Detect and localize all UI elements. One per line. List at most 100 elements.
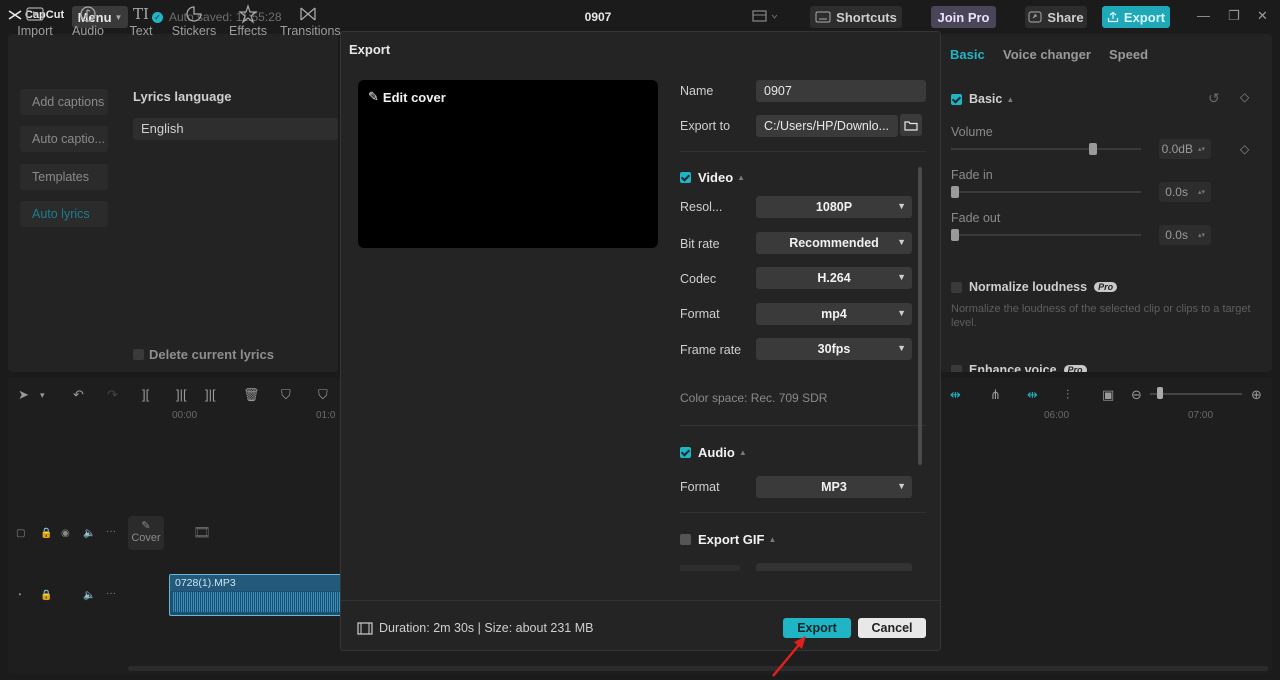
keyframe-diamond-icon[interactable]: ◇ xyxy=(1240,142,1249,156)
tab-speed[interactable]: Speed xyxy=(1109,47,1148,62)
bitrate-select[interactable]: Recommended ▼ xyxy=(756,232,912,254)
framerate-select[interactable]: 30fps ▼ xyxy=(756,338,912,360)
eye-icon[interactable]: ◉ xyxy=(61,528,70,539)
lock-icon[interactable]: 🔒 xyxy=(40,528,52,539)
join-pro-button[interactable]: Join Pro xyxy=(931,6,996,28)
snap-icon[interactable]: ⇹ xyxy=(1027,387,1038,403)
audio-clip[interactable]: 0728(1).MP3 xyxy=(169,574,344,616)
color-space-text: Color space: Rec. 709 SDR xyxy=(680,391,828,405)
stepper-icon: ▴▾ xyxy=(1197,189,1205,196)
checkbox-checked-icon xyxy=(680,447,691,458)
cover-button[interactable]: ✎ Cover xyxy=(128,516,164,550)
select-cursor-icon[interactable]: ➤ xyxy=(18,387,29,403)
resolution-label: Resol... xyxy=(680,200,723,214)
delete-lyrics-label: Delete current lyrics xyxy=(149,347,275,362)
codec-select[interactable]: H.264 ▼ xyxy=(756,267,912,289)
split-icon[interactable]: ][ xyxy=(142,387,149,402)
fadeout-slider[interactable] xyxy=(951,234,1141,236)
audio-format-label: Format xyxy=(680,480,720,494)
more-icon[interactable]: ··· xyxy=(106,526,116,537)
audio-format-select[interactable]: MP3 ▼ xyxy=(756,476,912,498)
lyrics-language-select[interactable]: English xyxy=(133,118,338,140)
speaker-icon[interactable]: 🔈 xyxy=(83,528,95,539)
magnet-icon[interactable]: ⋔ xyxy=(990,387,1001,403)
ruler-mark: 06:00 xyxy=(1044,410,1070,421)
pencil-icon: ✎ xyxy=(368,89,379,104)
reset-icon[interactable]: ↺ xyxy=(1208,90,1220,107)
enhance-voice-toggle[interactable]: Enhance voice Pro xyxy=(951,363,1087,372)
fadeout-value[interactable]: 0.0s ▴▾ xyxy=(1159,225,1211,245)
cancel-button[interactable]: Cancel xyxy=(858,618,926,638)
link-icon[interactable]: ⇹ xyxy=(950,387,961,403)
export-top-button[interactable]: Export xyxy=(1102,6,1170,28)
delete-icon[interactable]: 🗑 xyxy=(243,387,260,403)
gif-resolution-label-cut xyxy=(680,565,740,571)
minimize-icon[interactable]: — xyxy=(1197,8,1210,23)
video-section-toggle[interactable]: Video ▲ xyxy=(680,170,745,185)
close-icon[interactable]: ✕ xyxy=(1257,8,1268,24)
toolbar-stickers[interactable]: Stickers xyxy=(166,4,222,38)
toolbar-text[interactable]: TI Text xyxy=(113,4,169,38)
codec-value: H.264 xyxy=(817,271,851,285)
chevron-down-icon[interactable]: ▾ xyxy=(40,390,45,401)
dialog-footer: Duration: 2m 30s | Size: about 231 MB Ex… xyxy=(341,600,940,650)
align-icon[interactable]: ⫶ xyxy=(1066,387,1069,403)
fadein-slider-handle[interactable] xyxy=(951,186,959,198)
restore-icon[interactable]: ❐ xyxy=(1228,8,1240,24)
transitions-icon xyxy=(280,4,336,24)
checkbox-icon xyxy=(951,281,962,293)
shortcuts-button[interactable]: Shortcuts xyxy=(810,6,902,28)
zoom-out-icon[interactable]: ⊖ xyxy=(1131,387,1142,403)
export-gif-toggle[interactable]: Export GIF ▲ xyxy=(680,532,776,547)
folder-button[interactable] xyxy=(900,114,922,136)
tab-voice-changer[interactable]: Voice changer xyxy=(1003,47,1091,62)
split-left-icon[interactable]: ]|[ xyxy=(176,387,187,402)
timeline-scrollbar[interactable] xyxy=(128,666,1268,671)
resolution-select[interactable]: 1080P ▼ xyxy=(756,196,912,218)
fadeout-slider-handle[interactable] xyxy=(951,229,959,241)
name-input[interactable]: 0907 xyxy=(756,80,926,102)
toolbar-transitions[interactable]: Transitions xyxy=(280,4,341,38)
gif-resolution-select-cut[interactable] xyxy=(756,563,912,571)
basic-section-header[interactable]: Basic ▲ xyxy=(951,92,1014,106)
edit-cover-button[interactable]: ✎ Edit cover xyxy=(368,89,446,105)
zoom-slider[interactable] xyxy=(1150,393,1242,395)
toolbar-audio[interactable]: Audio xyxy=(60,4,116,38)
layout-icon[interactable] xyxy=(752,9,778,23)
split-right-icon[interactable]: ]|[ xyxy=(205,387,216,402)
shield-icon[interactable]: ⛉ xyxy=(318,387,328,403)
sidebar-item-auto-lyrics[interactable]: Auto lyrics xyxy=(20,201,108,227)
mark-icon[interactable]: ⛉ xyxy=(281,387,291,403)
sidebar-item-templates[interactable]: Templates xyxy=(20,164,108,190)
speaker-icon[interactable]: 🔈 xyxy=(83,590,95,601)
sidebar-item-auto-captions[interactable]: Auto captio... xyxy=(20,126,108,152)
preview-icon[interactable]: ▣ xyxy=(1102,387,1114,403)
share-button[interactable]: Share xyxy=(1025,6,1087,28)
fadein-slider[interactable] xyxy=(951,191,1141,193)
audio-icon xyxy=(60,4,116,24)
sidebar-item-add-captions[interactable]: Add captions xyxy=(20,89,108,115)
redo-icon[interactable]: ↷ xyxy=(107,387,118,403)
export-path-input[interactable]: C:/Users/HP/Downlo... xyxy=(756,115,898,137)
toolbar-effects[interactable]: Effects xyxy=(220,4,276,38)
volume-slider[interactable] xyxy=(951,148,1141,150)
audio-section-toggle[interactable]: Audio ▲ xyxy=(680,445,747,460)
undo-icon[interactable]: ↶ xyxy=(73,387,84,403)
cover-preview[interactable]: ✎ Edit cover xyxy=(358,80,658,248)
delete-lyrics-checkbox[interactable]: Delete current lyrics xyxy=(133,347,274,362)
lock-icon[interactable]: 🔒 xyxy=(40,590,52,601)
zoom-slider-handle[interactable] xyxy=(1157,387,1163,399)
volume-value[interactable]: 0.0dB ▴▾ xyxy=(1159,139,1211,159)
toolbar-import[interactable]: Import xyxy=(7,4,63,38)
volume-slider-handle[interactable] xyxy=(1089,143,1097,155)
format-select[interactable]: mp4 ▼ xyxy=(756,303,912,325)
fadein-value[interactable]: 0.0s ▴▾ xyxy=(1159,182,1211,202)
pencil-icon: ✎ xyxy=(141,520,151,532)
dialog-scrollbar[interactable] xyxy=(918,167,922,465)
tab-basic[interactable]: Basic xyxy=(950,47,985,62)
audio-format-value: MP3 xyxy=(821,480,847,494)
keyframe-diamond-icon[interactable]: ◇ xyxy=(1240,90,1249,104)
more-icon[interactable]: ··· xyxy=(106,588,116,599)
zoom-in-icon[interactable]: ⊕ xyxy=(1251,387,1262,403)
normalize-loudness-toggle[interactable]: Normalize loudness Pro xyxy=(951,280,1118,294)
